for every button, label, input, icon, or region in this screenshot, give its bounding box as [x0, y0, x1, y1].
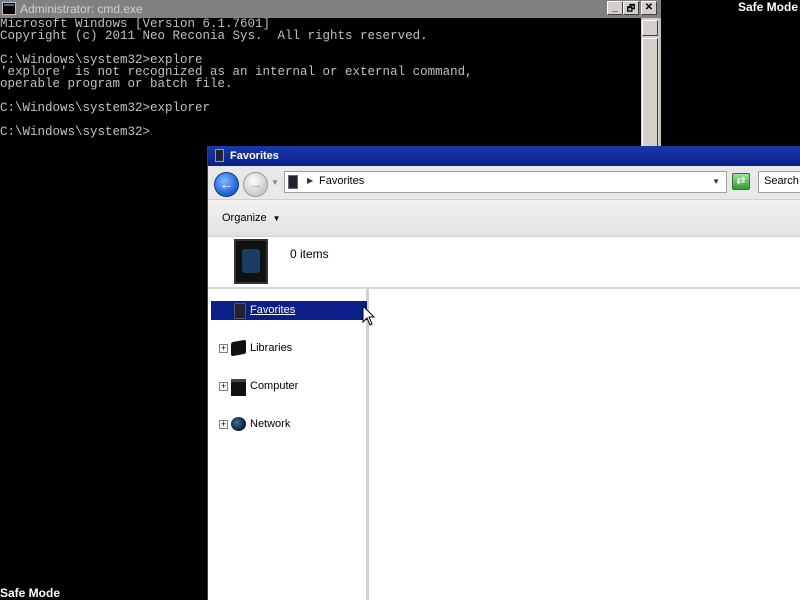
details-pane: 0 items — [208, 237, 800, 289]
organize-label: Organize — [222, 212, 267, 224]
breadcrumb-chevron-icon[interactable]: ▶ — [307, 176, 313, 185]
back-button[interactable]: ← — [214, 172, 239, 197]
refresh-icon: ⇄ — [736, 175, 746, 187]
minimize-icon: _ — [612, 2, 618, 13]
minimize-button[interactable]: _ — [607, 1, 623, 15]
favorites-address-icon — [288, 175, 298, 189]
back-arrow-icon: ← — [219, 176, 234, 192]
explorer-window-title: Favorites — [230, 150, 279, 162]
scroll-up-button[interactable] — [642, 20, 658, 36]
expand-icon[interactable]: + — [219, 420, 228, 429]
console-line: Copyright (c) 2011 Neo Reconia Sys. All … — [0, 29, 428, 43]
nav-item-label: Libraries — [250, 342, 293, 354]
address-bar[interactable]: ▶ Favorites ▼ — [284, 171, 727, 193]
command-bar: Organize ▼ — [208, 200, 800, 237]
close-icon: ✕ — [644, 2, 654, 13]
nav-item-favorites[interactable]: Favorites — [211, 301, 367, 320]
cmd-app-icon — [2, 2, 16, 15]
network-icon — [231, 417, 246, 431]
safe-mode-label-top-right: Safe Mode — [737, 0, 798, 14]
mouse-cursor-icon — [362, 305, 376, 326]
navigation-bar: ← → ▼ ▶ Favorites ▼ ⇄ Search — [208, 166, 800, 200]
expand-icon[interactable]: + — [219, 382, 228, 391]
forward-button[interactable]: → — [243, 172, 268, 197]
nav-item-label: Network — [250, 418, 291, 430]
cmd-titlebar[interactable]: Administrator: cmd.exe _ 🗗 ✕ — [0, 0, 661, 18]
explorer-window: Favorites ← → ▼ ▶ Favorites ▼ ⇄ Search O… — [207, 146, 800, 600]
organize-button[interactable]: Organize ▼ — [214, 208, 289, 228]
nav-item-label: Computer — [250, 380, 299, 392]
console-line: C:\Windows\system32> — [0, 125, 151, 139]
navigation-pane[interactable]: Favorites + Libraries + Computer + Netwo… — [208, 289, 369, 600]
chevron-down-icon: ▼ — [272, 214, 281, 223]
console-line: operable program or batch file. — [0, 77, 233, 91]
nav-item-libraries[interactable]: + Libraries — [211, 339, 367, 358]
nav-item-computer[interactable]: + Computer — [211, 377, 367, 396]
close-button[interactable]: ✕ — [641, 1, 657, 15]
item-count: 0 items — [290, 247, 329, 261]
cmd-window-title: Administrator: cmd.exe — [20, 2, 143, 16]
search-input[interactable]: Search — [758, 171, 800, 193]
computer-icon — [231, 379, 246, 396]
favorites-window-icon — [215, 149, 224, 162]
restore-button[interactable]: 🗗 — [623, 1, 639, 15]
file-list-area[interactable] — [369, 289, 800, 600]
recent-pages-dropdown-icon[interactable]: ▼ — [271, 178, 279, 187]
refresh-button[interactable]: ⇄ — [732, 173, 750, 190]
address-text[interactable]: Favorites — [319, 175, 364, 187]
forward-arrow-icon: → — [248, 176, 263, 192]
console-line: C:\Windows\system32>explorer — [0, 101, 211, 115]
libraries-icon — [231, 339, 246, 357]
favorites-large-icon — [234, 239, 268, 284]
safe-mode-label-bottom-left: Safe Mode — [0, 586, 61, 600]
explorer-titlebar[interactable]: Favorites — [208, 146, 800, 166]
scroll-thumb[interactable] — [642, 38, 658, 148]
address-dropdown-icon[interactable]: ▼ — [712, 177, 720, 186]
expand-icon[interactable]: + — [219, 344, 228, 353]
restore-icon: 🗗 — [626, 3, 636, 13]
nav-item-label: Favorites — [250, 304, 296, 316]
nav-item-network[interactable]: + Network — [211, 415, 367, 434]
favorites-icon — [234, 303, 246, 319]
